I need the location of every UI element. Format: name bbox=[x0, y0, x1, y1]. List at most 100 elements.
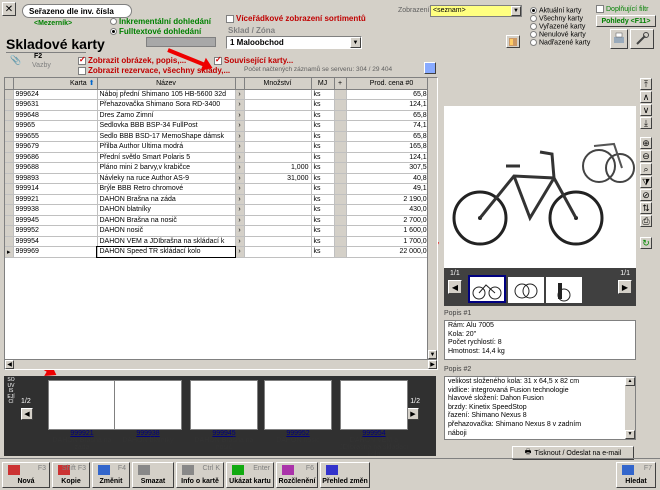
cell-mj[interactable]: ks bbox=[311, 152, 335, 163]
cell-mnozstvi[interactable] bbox=[244, 225, 312, 237]
cell-karta[interactable]: 999969 bbox=[13, 246, 98, 258]
row-indicator[interactable] bbox=[5, 162, 14, 174]
cell-mnozstvi[interactable] bbox=[244, 204, 312, 216]
tools-icon[interactable] bbox=[630, 29, 654, 49]
table-row[interactable]: 999938 DAHON blatníky › ks 430,000 bbox=[5, 204, 437, 216]
cell-nazev[interactable]: Přední světlo Smart Polaris 5 bbox=[97, 152, 236, 163]
cell-mj[interactable]: ks bbox=[311, 236, 335, 247]
zoom-in-icon[interactable]: ⊕ bbox=[640, 137, 652, 149]
cell-nazev[interactable]: DAHON Speed TR skládací kolo bbox=[96, 245, 236, 258]
cell-karta[interactable]: 999952 bbox=[13, 225, 98, 237]
row-indicator[interactable] bbox=[5, 110, 14, 121]
cell-plus[interactable] bbox=[334, 194, 347, 205]
row-indicator[interactable] bbox=[5, 131, 14, 142]
table-row[interactable]: 999631 Přehazovačka Shimano Sora RD-3400 ›… bbox=[5, 99, 437, 111]
last-record-icon[interactable]: ⤓ bbox=[640, 117, 652, 129]
table-row[interactable]: 999914 Brýle BBB Retro chromové › ks 49,166 bbox=[5, 183, 437, 195]
table-row[interactable]: 999954 DAHON VEM a JDIbrašna na skládací … bbox=[5, 236, 437, 247]
toolbar-button[interactable]: Shift F3 Kopie bbox=[52, 462, 90, 488]
cell-karta[interactable]: 999938 bbox=[13, 204, 98, 216]
cell-nazev[interactable]: Dres Zamo Zimní bbox=[97, 110, 236, 121]
cell-detail-arrow[interactable]: › bbox=[235, 89, 245, 100]
cell-detail-arrow[interactable]: › bbox=[235, 225, 245, 237]
radio-nenulove[interactable]: Nenulové karty bbox=[530, 30, 590, 39]
cell-detail-arrow[interactable]: › bbox=[235, 162, 245, 174]
cell-nazev[interactable]: Přilba Author Ultima modrá bbox=[97, 141, 236, 153]
table-row[interactable]: 999679 Přilba Author Ultima modrá › ks 165,8… bbox=[5, 141, 437, 153]
cell-cena[interactable]: 65,833 bbox=[346, 131, 437, 142]
table-row[interactable]: 99965 Sedlovka BBB BSP-34 FullPost › ks 74,1… bbox=[5, 120, 437, 132]
table-row[interactable]: 999648 Dres Zamo Zimní › ks 65,833 bbox=[5, 110, 437, 121]
refresh-icon[interactable] bbox=[424, 62, 436, 74]
cell-detail-arrow[interactable]: › bbox=[235, 120, 245, 132]
close-button[interactable]: ✕ bbox=[2, 2, 16, 16]
horizontal-scrollbar[interactable]: ◀ ▶ bbox=[5, 359, 437, 369]
cell-mnozstvi[interactable]: 31,000 bbox=[244, 173, 312, 184]
cell-nazev[interactable]: Pláno mini 2 barvy,v krabičce bbox=[97, 162, 236, 174]
cell-nazev[interactable]: DAHON VEM a JDIbrašna na skládací k bbox=[97, 236, 236, 247]
cell-mj[interactable]: ks bbox=[311, 131, 335, 142]
cell-cena[interactable]: 124,166 bbox=[346, 152, 437, 163]
radio-aktualni[interactable]: Aktuální karty bbox=[530, 7, 590, 15]
cell-nazev[interactable]: Přehazovačka Shimano Sora RD-3400 bbox=[97, 99, 236, 111]
doplnujici-filtr-checkbox[interactable]: Doplňující filtr bbox=[596, 5, 648, 13]
cell-nazev[interactable]: Sedlo BBB BSD-17 MemoShape dámsk bbox=[97, 131, 236, 142]
column-header-mnozstvi[interactable]: Množství bbox=[244, 78, 312, 90]
cell-detail-arrow[interactable]: › bbox=[235, 152, 245, 163]
table-row[interactable]: 999686 Přední světlo Smart Polaris 5 › ks 12… bbox=[5, 152, 437, 163]
table-row[interactable]: 999921 DAHON Brašna na záda › ks 2 190,000 bbox=[5, 194, 437, 205]
zoom-out-icon[interactable]: ⊖ bbox=[640, 150, 652, 162]
column-header-cena[interactable]: Prod. cena #0 bbox=[346, 78, 437, 90]
column-header-nazev[interactable]: Název bbox=[97, 78, 236, 90]
cell-mnozstvi[interactable] bbox=[244, 183, 312, 195]
prev-record-icon[interactable]: ∧ bbox=[640, 91, 652, 103]
sort-icon[interactable]: ⇅ bbox=[640, 202, 652, 214]
cell-plus[interactable] bbox=[334, 215, 347, 226]
radio-incremental[interactable]: Inkrementální dohledání bbox=[110, 17, 211, 26]
sort-indicator[interactable]: Seřazeno dle inv. čísla bbox=[22, 4, 132, 18]
cell-detail-arrow[interactable]: › bbox=[235, 236, 245, 247]
toolbar-button[interactable]: Enter Ukázat kartu bbox=[226, 462, 274, 488]
cell-nazev[interactable]: Brýle BBB Retro chromové bbox=[97, 183, 236, 195]
filter-icon[interactable]: ⧩ bbox=[640, 176, 652, 188]
toolbar-button[interactable]: F4 Změnit bbox=[92, 462, 130, 488]
paperclip-icon[interactable]: 📎 bbox=[10, 55, 21, 66]
toolbar-button[interactable]: Smazat bbox=[132, 462, 174, 488]
cell-detail-arrow[interactable]: › bbox=[235, 246, 245, 258]
toolbar-button[interactable]: Přehled změn bbox=[320, 462, 370, 488]
row-indicator[interactable] bbox=[5, 225, 14, 237]
sklad-select[interactable]: 1 Maloobchod ▼ bbox=[226, 36, 362, 49]
cell-mnozstvi[interactable] bbox=[244, 131, 312, 142]
cell-nazev[interactable]: DAHON Brašna na nosič bbox=[97, 215, 236, 226]
related-number[interactable]: 999954 bbox=[336, 430, 412, 437]
cell-mj[interactable]: ks bbox=[311, 204, 335, 216]
cell-cena[interactable]: 65,833 bbox=[346, 110, 437, 121]
gallery-thumb[interactable] bbox=[468, 275, 506, 303]
radio-vyrazene[interactable]: Vyřazené karty bbox=[530, 22, 590, 31]
cell-detail-arrow[interactable]: › bbox=[235, 194, 245, 205]
toolbar-button[interactable]: F3 Nová bbox=[2, 462, 50, 488]
cell-plus[interactable] bbox=[334, 141, 347, 153]
cell-karta[interactable]: 999679 bbox=[13, 141, 98, 153]
column-header-mj[interactable]: MJ bbox=[311, 78, 335, 90]
cell-plus[interactable] bbox=[334, 131, 347, 142]
scroll-down-icon[interactable]: ▼ bbox=[428, 350, 437, 359]
cell-detail-arrow[interactable]: › bbox=[235, 141, 245, 153]
cell-mj[interactable]: ks bbox=[311, 246, 335, 258]
cell-mnozstvi[interactable] bbox=[244, 99, 312, 111]
popis2-scrollbar[interactable]: ▲ ▼ bbox=[625, 377, 635, 439]
first-record-icon[interactable]: ⤒ bbox=[640, 78, 652, 90]
related-number[interactable]: 999938 bbox=[110, 430, 186, 437]
related-thumb[interactable] bbox=[190, 380, 258, 430]
chevron-down-icon[interactable]: ▼ bbox=[350, 37, 361, 48]
cell-karta[interactable]: 999631 bbox=[13, 99, 98, 111]
filter-clear-icon[interactable]: ⊘ bbox=[640, 189, 652, 201]
strip-next-icon[interactable]: ▶ bbox=[407, 408, 419, 420]
cell-nazev[interactable]: Náboj přední Shimano 105 HB-5600 32d bbox=[97, 89, 236, 100]
table-row[interactable]: ▸ 999969 DAHON Speed TR skládací kolo › ks 22… bbox=[5, 245, 437, 258]
cell-karta[interactable]: 999954 bbox=[13, 236, 98, 247]
table-row[interactable]: 999688 Pláno mini 2 barvy,v krabičce › 1,00… bbox=[5, 162, 437, 174]
book-icon[interactable] bbox=[506, 35, 520, 48]
cell-nazev[interactable]: DAHON nosič bbox=[97, 225, 236, 237]
find-icon[interactable]: ⌕ bbox=[640, 163, 652, 175]
